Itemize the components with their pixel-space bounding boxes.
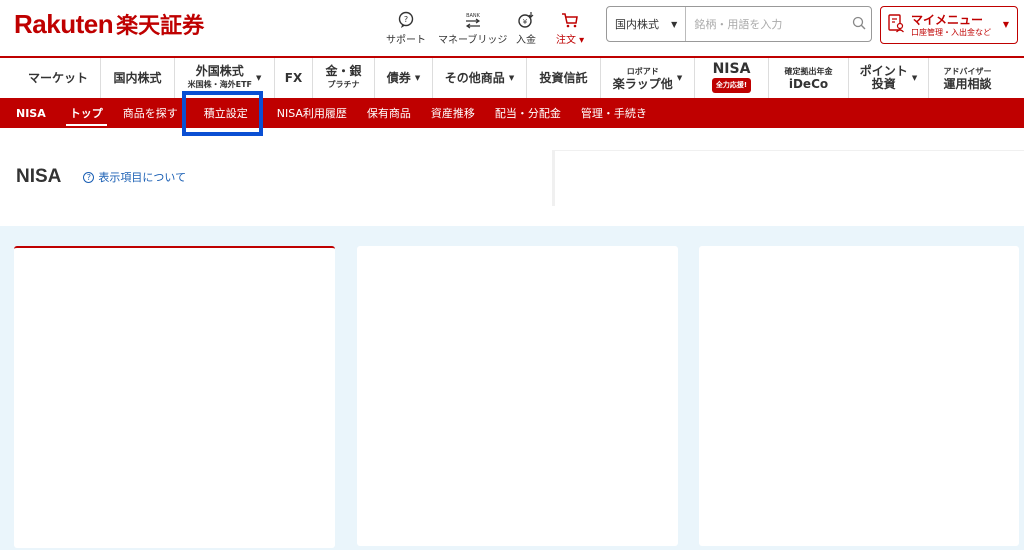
nav-point-top: ポイント xyxy=(859,64,908,78)
my-menu-title: マイメニュー xyxy=(911,12,984,27)
sub-nav-management[interactable]: 管理・手続き xyxy=(571,98,657,128)
sub-nav-search-products[interactable]: 商品を探す xyxy=(113,98,188,128)
nav-gold-silver-sub: プラチナ xyxy=(327,80,360,89)
nisa-sub-nav: NISA トップ 商品を探す 積立設定 NISA利用履歴 保有商品 資産推移 配… xyxy=(0,98,1024,128)
rakuten-logo[interactable]: Rakuten 楽天証券 xyxy=(14,8,204,40)
sub-nav-dividends[interactable]: 配当・分配金 xyxy=(485,98,571,128)
nav-market-label: マーケット xyxy=(27,70,88,85)
nav-point-main: 投資 xyxy=(871,77,896,91)
logo-text-en: Rakuten xyxy=(14,9,114,39)
my-menu-button[interactable]: マイメニュー 口座管理・入出金など ▼ xyxy=(880,6,1018,44)
chevron-down-icon: ▼ xyxy=(671,19,678,29)
dropdown-arrow-icon: ▼ xyxy=(256,73,262,82)
search-category-value: 国内株式 xyxy=(615,18,659,31)
support-icon: ? xyxy=(397,10,415,30)
support-label: サポート xyxy=(386,35,426,46)
svg-text:?: ? xyxy=(404,15,408,24)
help-link[interactable]: ? 表示項目について xyxy=(83,169,186,185)
dropdown-arrow-icon: ▼ xyxy=(508,73,515,82)
side-info-panel xyxy=(552,150,1024,206)
svg-text:¥: ¥ xyxy=(523,18,528,26)
nav-funds-label: 投資信託 xyxy=(539,70,588,85)
content-card-2 xyxy=(357,246,678,546)
cart-icon xyxy=(561,10,579,30)
nav-advisor[interactable]: アドバイザー 運用相談 xyxy=(928,58,1006,98)
bank-icon: BANK xyxy=(463,10,483,30)
nav-domestic-stocks[interactable]: 国内株式 xyxy=(100,58,174,98)
dropdown-arrow-icon: ▼ xyxy=(676,73,683,82)
svg-text:BANK: BANK xyxy=(466,13,481,19)
nav-nisa-label: NISA xyxy=(712,61,751,77)
sub-nav-section-nisa[interactable]: NISA xyxy=(0,98,60,128)
nav-advisor-main: 運用相談 xyxy=(943,77,992,91)
nav-market[interactable]: マーケット xyxy=(16,58,100,98)
nav-other-products[interactable]: その他商品 ▼ xyxy=(432,58,526,98)
dropdown-arrow-icon: ▼ xyxy=(911,73,918,82)
header: Rakuten 楽天証券 ? サポート BANK マネーブリッジ ¥ 入金 注文… xyxy=(0,0,1024,52)
nav-fx[interactable]: FX xyxy=(274,58,312,98)
nav-robo-main: 楽ラップ他 xyxy=(612,77,673,91)
chevron-down-icon: ▼ xyxy=(1002,20,1009,29)
nav-bonds[interactable]: 債券 ▼ xyxy=(374,58,432,98)
search-icon xyxy=(852,15,866,34)
content-card-3 xyxy=(699,246,1019,546)
nav-other-products-label: その他商品 xyxy=(444,70,505,85)
account-icon xyxy=(887,13,905,37)
sub-nav-asset-trend[interactable]: 資産推移 xyxy=(421,98,485,128)
page-title: NISA xyxy=(16,166,62,187)
nav-domestic-stocks-label: 国内株式 xyxy=(113,70,162,85)
search-button[interactable] xyxy=(847,7,871,41)
nav-foreign-stocks-label: 外国株式 xyxy=(195,64,244,78)
nisa-badge: 全力応援! xyxy=(711,78,752,93)
nav-ideco[interactable]: 確定拠出年金 iDeCo xyxy=(768,58,848,98)
search-input[interactable] xyxy=(686,7,848,41)
global-nav: マーケット 国内株式 外国株式 米国株・海外ETF ▼ FX 金・銀 プラチナ … xyxy=(16,58,1006,98)
nav-ideco-main: iDeCo xyxy=(788,77,829,91)
sub-nav-nisa-history[interactable]: NISA利用履歴 xyxy=(267,98,357,128)
search-category-select[interactable]: 国内株式 ▼ xyxy=(607,7,687,41)
nav-bonds-label: 債券 xyxy=(386,70,411,85)
order-menu[interactable]: 注文 ▾ xyxy=(556,10,584,46)
order-label: 注文 ▾ xyxy=(556,35,585,46)
deposit-link[interactable]: ¥ 入金 xyxy=(516,10,536,46)
nav-fx-label: FX xyxy=(284,70,303,85)
nav-gold-silver[interactable]: 金・銀 プラチナ xyxy=(312,58,374,98)
nav-funds[interactable]: 投資信託 xyxy=(526,58,600,98)
content-card-1 xyxy=(14,246,335,548)
support-link[interactable]: ? サポート xyxy=(386,10,426,46)
help-icon: ? xyxy=(83,171,95,183)
nav-robo-advisor[interactable]: ロボアド 楽ラップ他 ▼ xyxy=(600,58,694,98)
money-bridge-link[interactable]: BANK マネーブリッジ xyxy=(438,10,507,46)
nav-point-invest[interactable]: ポイント 投資 ▼ xyxy=(848,58,928,98)
logo-text-jp: 楽天証券 xyxy=(116,14,205,39)
help-link-label: 表示項目について xyxy=(98,171,187,184)
deposit-label: 入金 xyxy=(516,35,536,46)
nav-foreign-stocks-sub: 米国株・海外ETF xyxy=(187,80,252,89)
nav-nisa[interactable]: NISA 全力応援! xyxy=(694,58,768,98)
nav-gold-silver-label: 金・銀 xyxy=(325,64,362,78)
sub-nav-holdings[interactable]: 保有商品 xyxy=(357,98,421,128)
search-bar: 国内株式 ▼ xyxy=(606,6,872,42)
deposit-icon: ¥ xyxy=(517,10,535,30)
dropdown-arrow-icon: ▼ xyxy=(414,73,421,82)
sub-nav-top[interactable]: トップ xyxy=(60,98,113,128)
page-title-area: NISA ? 表示項目について xyxy=(16,166,186,188)
money-bridge-label: マネーブリッジ xyxy=(438,35,508,46)
my-menu-subtitle: 口座管理・入出金など xyxy=(911,27,991,37)
highlight-annotation xyxy=(182,91,263,136)
